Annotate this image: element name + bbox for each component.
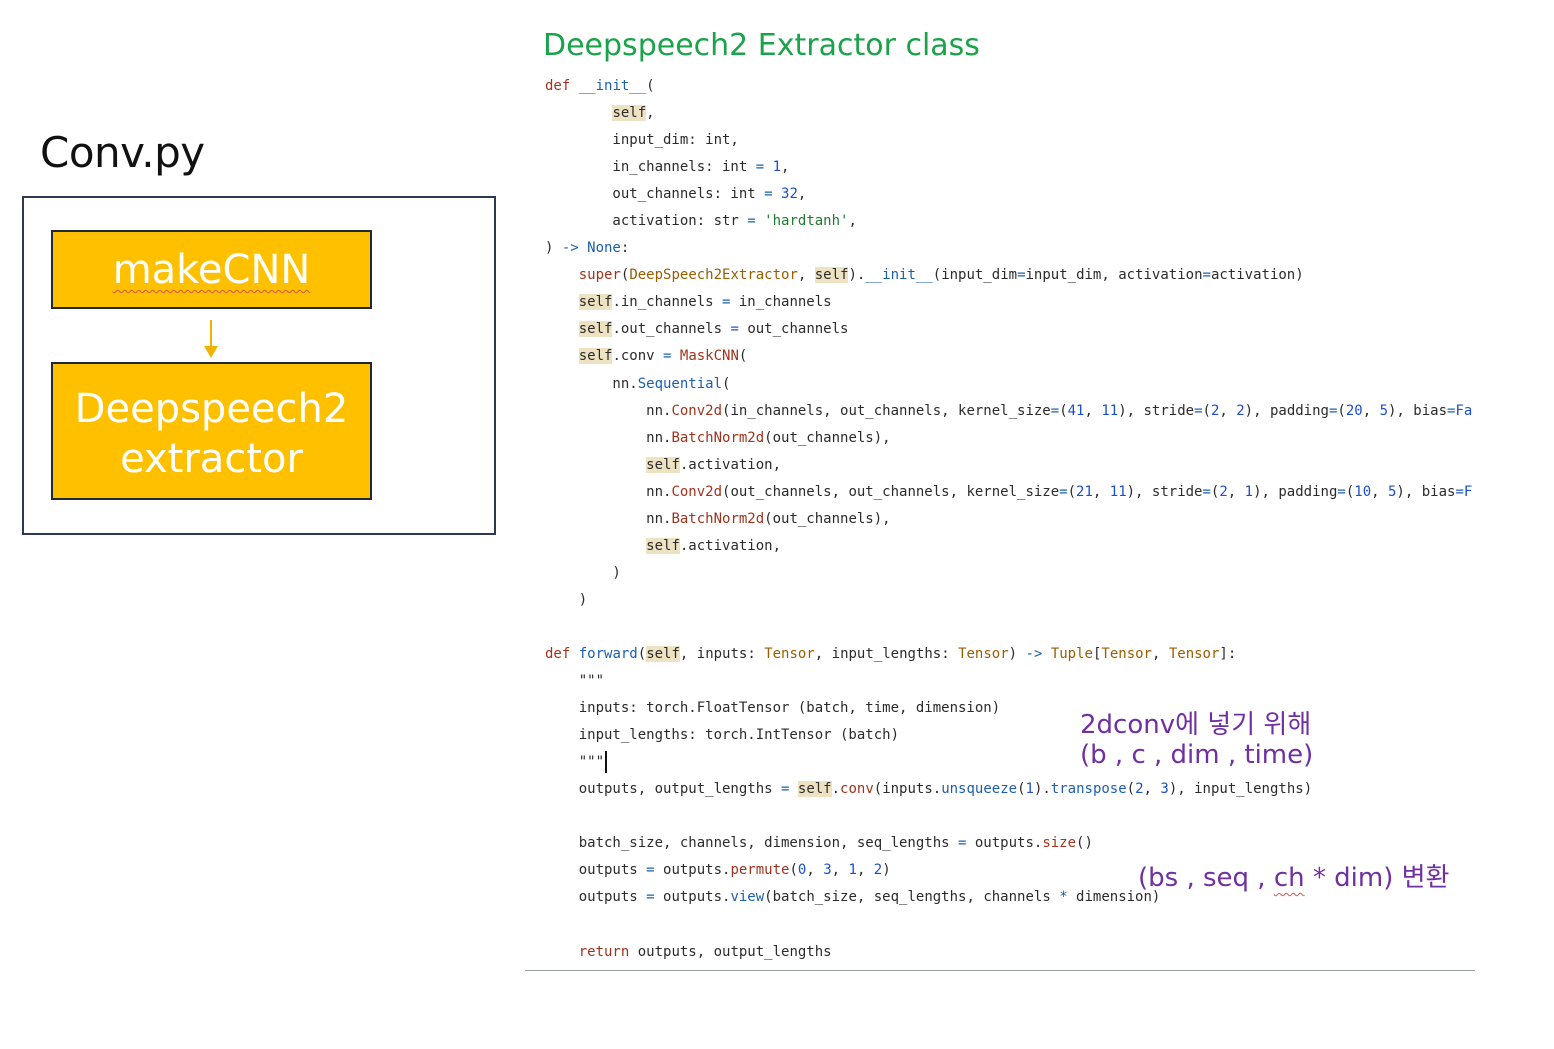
- code-line: def forward(self, inputs: Tensor, input_…: [545, 645, 1237, 662]
- code-title: Deepspeech2 Extractor class: [543, 28, 980, 63]
- deepspeech2-extractor-block: Deepspeech2 extractor: [51, 362, 372, 500]
- code-line: outputs, output_lengths = self.conv(inpu…: [545, 781, 1313, 798]
- make-cnn-label: makeCNN: [112, 247, 311, 293]
- code-line: input_lengths: torch.IntTensor (batch): [545, 727, 900, 744]
- down-arrow-icon: [204, 320, 218, 358]
- annotation-2dconv: 2dconv에 넣기 위해: [1080, 710, 1312, 740]
- code-line: ): [545, 564, 621, 581]
- code-line: nn.BatchNorm2d(out_channels),: [545, 429, 891, 446]
- code-line: super(DeepSpeech2Extractor, self).__init…: [578, 267, 1304, 284]
- code-line: nn.Sequential(: [545, 375, 731, 392]
- code-line: nn.BatchNorm2d(out_channels),: [545, 510, 891, 527]
- annotation-shape-bcdt: (b , c , dim , time): [1080, 740, 1314, 770]
- code-line: activation: str = 'hardtanh',: [545, 213, 857, 230]
- extractor-label-line2: extractor: [120, 436, 303, 482]
- text-cursor: [605, 751, 608, 774]
- code-line: """: [545, 749, 1475, 776]
- code-line: self,: [612, 105, 655, 122]
- code-line: ): [545, 591, 588, 608]
- code-line: self.out_channels = out_channels: [578, 321, 849, 338]
- code-line: in_channels: int = 1,: [545, 159, 790, 176]
- code-line: out_channels: int = 32,: [545, 186, 807, 203]
- code-line: batch_size, channels, dimension, seq_len…: [545, 835, 1093, 852]
- code-line: nn.Conv2d(out_channels, out_channels, ke…: [545, 483, 1473, 500]
- annotation-reshape-ch: ch: [1273, 863, 1305, 893]
- extractor-label-line1: Deepspeech2: [74, 386, 349, 432]
- annotation-reshape-c: * dim) 변환: [1304, 863, 1450, 893]
- code-line: return outputs, output_lengths: [578, 943, 832, 960]
- code-line: input_dim: int,: [545, 132, 739, 149]
- annotation-reshape: (bs , seq , ch * dim) 변환: [1138, 857, 1449, 894]
- code-line: self.conv = MaskCNN(: [578, 348, 748, 365]
- annotation-reshape-a: (bs , seq ,: [1138, 863, 1274, 893]
- code-listing: def __init__( self, input_dim: int, in_c…: [545, 73, 1475, 968]
- code-bottom-rule: [525, 970, 1475, 971]
- code-line: inputs: torch.FloatTensor (batch, time, …: [545, 700, 1001, 717]
- file-title: Conv.py: [40, 128, 205, 177]
- code-line: self.in_channels = in_channels: [578, 294, 832, 311]
- code-line: self.activation,: [646, 537, 782, 554]
- code-line: nn.Conv2d(in_channels, out_channels, ker…: [545, 402, 1473, 419]
- code-line: """: [545, 673, 605, 690]
- make-cnn-block: makeCNN: [51, 230, 372, 309]
- code-line: def __init__(: [545, 78, 655, 94]
- code-line: self.activation,: [646, 456, 782, 473]
- code-line: ) -> None:: [545, 240, 630, 257]
